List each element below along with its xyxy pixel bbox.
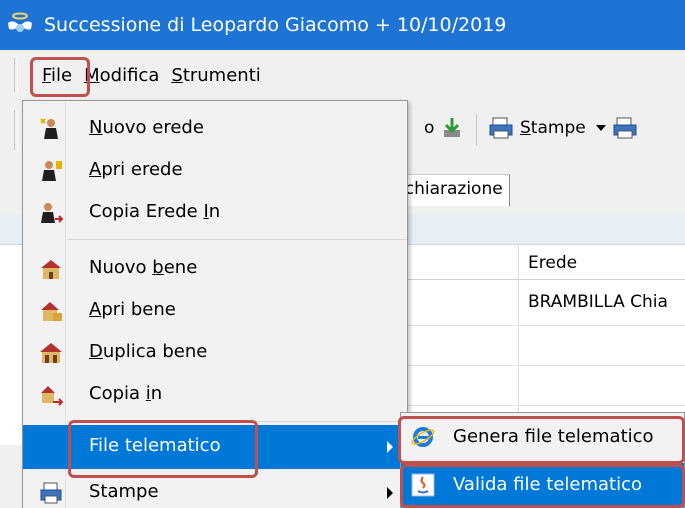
copy-asset-icon: [39, 383, 64, 407]
menu-strumenti[interactable]: Strumenti: [165, 61, 266, 90]
menu-item-label: Apri erede: [89, 159, 183, 180]
menu-item-label: Stampe: [89, 481, 159, 502]
grid-row-line: [400, 365, 685, 366]
menu-item-apri-erede[interactable]: Apri erede: [23, 151, 407, 191]
menu-item-label: Copia Erede In: [89, 201, 221, 222]
menu-item-label: Apri bene: [89, 299, 176, 320]
menu-modifica-rest: odifica: [99, 64, 160, 86]
new-heir-icon: [39, 117, 63, 141]
duplicate-asset-icon: [39, 341, 63, 365]
open-heir-icon: [39, 159, 63, 183]
menu-bar: File Modifica Strumenti: [0, 50, 685, 100]
toolbar-separator: [476, 114, 477, 146]
stampe-dropdown-icon[interactable]: [596, 125, 606, 131]
menu-item-label: Duplica bene: [89, 341, 208, 362]
menu-item-duplica-bene[interactable]: Duplica bene: [23, 333, 407, 373]
copy-heir-icon: [39, 201, 64, 225]
menu-separator: [67, 239, 407, 240]
printer-icon: [39, 481, 63, 505]
menu-item-stampe[interactable]: Stampe: [23, 473, 407, 508]
new-asset-icon: [39, 257, 63, 281]
app-angel-icon: [6, 11, 34, 39]
grid-header: Erede: [400, 245, 685, 445]
stampe-rest: tampe: [530, 118, 586, 138]
submenu-arrow-icon: [387, 487, 393, 499]
menubar-grip: [14, 58, 18, 92]
submenu-arrow-icon: [387, 441, 393, 453]
printer-icon[interactable]: [488, 116, 514, 140]
tab-dichiarazione[interactable]: ichiarazione: [400, 174, 510, 206]
menu-item-apri-bene[interactable]: Apri bene: [23, 291, 407, 331]
window-title: Successione di Leopardo Giacomo + 10/10/…: [44, 14, 507, 36]
stampe-button[interactable]: Stampe: [520, 118, 586, 138]
menu-item-copia-in[interactable]: Copia in: [23, 375, 407, 415]
callout-file-telematico: [68, 420, 258, 478]
column-header-erede[interactable]: Erede: [528, 253, 577, 273]
callout-file-menu: [30, 57, 90, 97]
open-asset-icon: [39, 299, 63, 323]
menu-item-label: Nuovo erede: [89, 117, 204, 138]
grid-row-line: [400, 325, 685, 326]
tab-dichiarazione-label: ichiarazione: [400, 179, 503, 199]
menu-strumenti-rest: trumenti: [182, 64, 261, 86]
menu-item-label: Nuovo bene: [89, 257, 198, 278]
grid-row-line: [400, 405, 685, 406]
toolbar-grip: [14, 110, 18, 150]
callout-genera: [398, 416, 685, 464]
menu-item-copia-erede-in[interactable]: Copia Erede In: [23, 193, 407, 233]
stampe-accel: S: [520, 118, 531, 138]
menu-item-label: Copia in: [89, 383, 163, 404]
grid-cell-erede[interactable]: BRAMBILLA Chia: [528, 292, 685, 312]
menu-modifica[interactable]: Modifica: [78, 61, 165, 90]
menu-item-nuovo-erede[interactable]: Nuovo erede: [23, 109, 407, 149]
callout-valida: [400, 464, 685, 508]
menu-strumenti-accel: S: [171, 64, 183, 86]
title-bar: Successione di Leopardo Giacomo + 10/10/…: [0, 0, 685, 50]
download-icon[interactable]: [440, 116, 464, 140]
toolbar-partial-label[interactable]: o: [424, 118, 434, 138]
menu-item-nuovo-bene[interactable]: Nuovo bene: [23, 249, 407, 289]
printer-icon-2[interactable]: [612, 116, 638, 140]
